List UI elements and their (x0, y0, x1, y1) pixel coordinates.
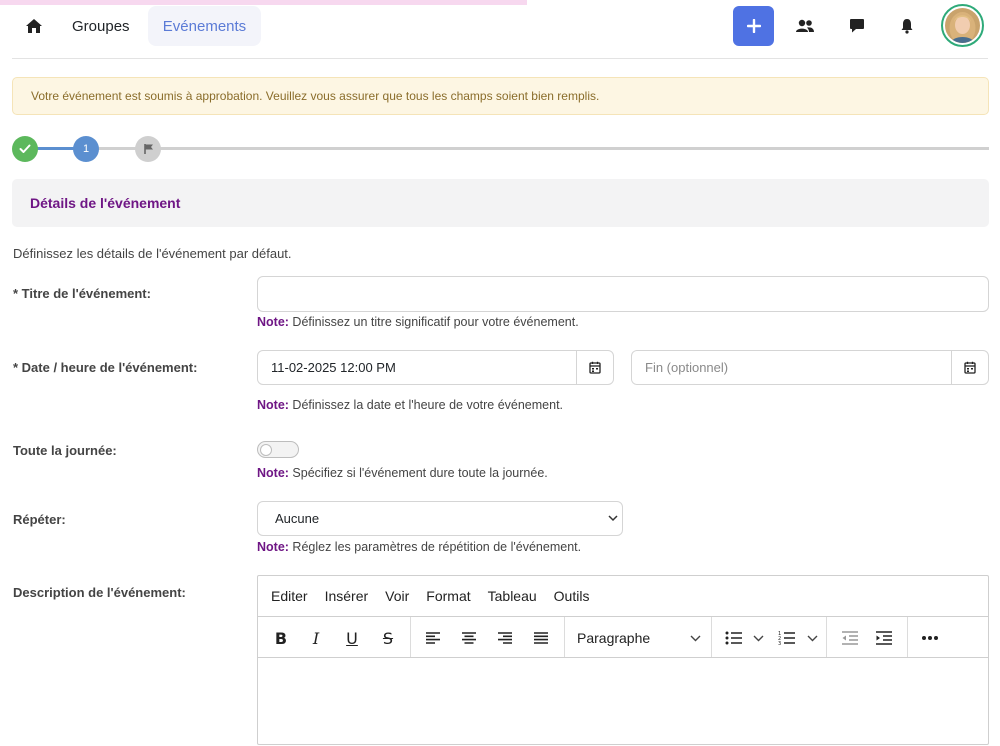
date-start-value: 11-02-2025 12:00 PM (271, 360, 396, 375)
nav-evenements[interactable]: Evénements (148, 6, 261, 46)
date-end-placeholder: Fin (optionnel) (645, 360, 729, 375)
numbered-list-icon[interactable]: 123 (775, 626, 799, 650)
home-icon[interactable] (20, 14, 48, 38)
bell-icon[interactable] (894, 14, 920, 38)
toolbar-separator (711, 617, 712, 657)
date-note-text: Définissez la date et l'heure de votre é… (288, 398, 564, 412)
outdent-icon[interactable] (838, 626, 862, 650)
chat-icon[interactable] (844, 14, 870, 38)
note-prefix: Note: (257, 540, 289, 554)
toggle-knob (260, 443, 272, 456)
step-done (12, 136, 38, 162)
align-center-icon[interactable] (457, 626, 481, 650)
title-note: Note: Définissez un titre significatif p… (257, 315, 579, 329)
top-accent-bar (0, 0, 527, 5)
date-end-field[interactable]: Fin (optionnel) (631, 350, 989, 385)
menu-outils[interactable]: Outils (554, 588, 590, 604)
section-title: Détails de l'événement (12, 179, 989, 227)
editor-menubar: Editer Insérer Voir Format Tableau Outil… (258, 576, 988, 617)
block-format-value: Paragraphe (577, 630, 651, 646)
svg-text:3: 3 (778, 641, 781, 646)
note-prefix: Note: (257, 315, 289, 329)
approval-alert: Votre événement est soumis à approbation… (12, 77, 989, 115)
align-left-icon[interactable] (421, 626, 445, 650)
menu-tableau[interactable]: Tableau (488, 588, 537, 604)
block-format-select[interactable]: Paragraphe (577, 626, 701, 650)
underline-icon[interactable]: U (340, 626, 364, 650)
flag-icon (143, 144, 153, 154)
rich-text-editor[interactable]: Editer Insérer Voir Format Tableau Outil… (257, 575, 989, 745)
menu-voir[interactable]: Voir (385, 588, 409, 604)
editor-toolbar: B I U S Paragraphe 123 (258, 617, 988, 658)
date-end-picker[interactable] (951, 351, 988, 384)
italic-icon[interactable]: I (304, 626, 328, 650)
title-input[interactable] (257, 276, 989, 312)
description-label: Description de l'événement: (13, 585, 186, 600)
allday-note: Note: Spécifiez si l'événement dure tout… (257, 466, 548, 480)
note-prefix: Note: (257, 466, 289, 480)
toolbar-separator (826, 617, 827, 657)
menu-editer[interactable]: Editer (271, 588, 308, 604)
users-icon[interactable] (792, 14, 818, 38)
note-prefix: Note: (257, 398, 289, 412)
plus-icon (746, 19, 761, 33)
bullet-list-icon[interactable] (722, 626, 746, 650)
chevron-down-icon[interactable] (750, 626, 766, 650)
allday-toggle[interactable] (257, 441, 299, 458)
menu-format[interactable]: Format (426, 588, 470, 604)
strikethrough-icon[interactable]: S (376, 626, 400, 650)
chevron-down-icon[interactable] (804, 626, 820, 650)
title-label: * Titre de l'événement: (13, 286, 151, 301)
chevron-down-icon (608, 515, 618, 522)
repeat-note: Note: Réglez les paramètres de répétitio… (257, 540, 581, 554)
title-note-text: Définissez un titre significatif pour vo… (288, 315, 579, 329)
nav-groupes[interactable]: Groupes (62, 6, 140, 46)
repeat-select[interactable]: Aucune (257, 501, 623, 536)
menu-inserer[interactable]: Insérer (325, 588, 369, 604)
date-start-field[interactable]: 11-02-2025 12:00 PM (257, 350, 614, 385)
user-avatar[interactable] (941, 4, 984, 47)
repeat-label: Répéter: (13, 512, 66, 527)
date-note: Note: Définissez la date et l'heure de v… (257, 398, 563, 412)
nav-divider (12, 58, 988, 59)
align-right-icon[interactable] (493, 626, 517, 650)
repeat-value: Aucune (275, 511, 320, 526)
step-current-number: 1 (82, 143, 90, 155)
step-current: 1 (73, 136, 99, 162)
align-justify-icon[interactable] (529, 626, 553, 650)
date-label: * Date / heure de l'événement: (13, 360, 198, 375)
add-button[interactable] (733, 6, 774, 46)
repeat-note-text: Réglez les paramètres de répétition de l… (288, 540, 582, 554)
stepper-line-rest (160, 147, 989, 150)
toolbar-separator (907, 617, 908, 657)
allday-label: Toute la journée: (13, 443, 117, 458)
bold-icon[interactable]: B (269, 626, 293, 650)
date-start-picker[interactable] (576, 351, 613, 384)
step-final (135, 136, 161, 162)
stepper-line-pending (98, 147, 138, 150)
editor-content-area[interactable] (258, 658, 988, 746)
stepper-line-done (36, 147, 76, 150)
check-icon (19, 144, 31, 153)
more-options-icon[interactable] (918, 626, 942, 650)
calendar-icon (964, 361, 976, 374)
chevron-down-icon (690, 635, 701, 642)
section-intro: Définissez les détails de l'événement pa… (13, 246, 292, 261)
indent-icon[interactable] (872, 626, 896, 650)
calendar-icon (589, 361, 601, 374)
toolbar-separator (564, 617, 565, 657)
allday-note-text: Spécifiez si l'événement dure toute la j… (288, 466, 548, 480)
toolbar-separator (410, 617, 411, 657)
